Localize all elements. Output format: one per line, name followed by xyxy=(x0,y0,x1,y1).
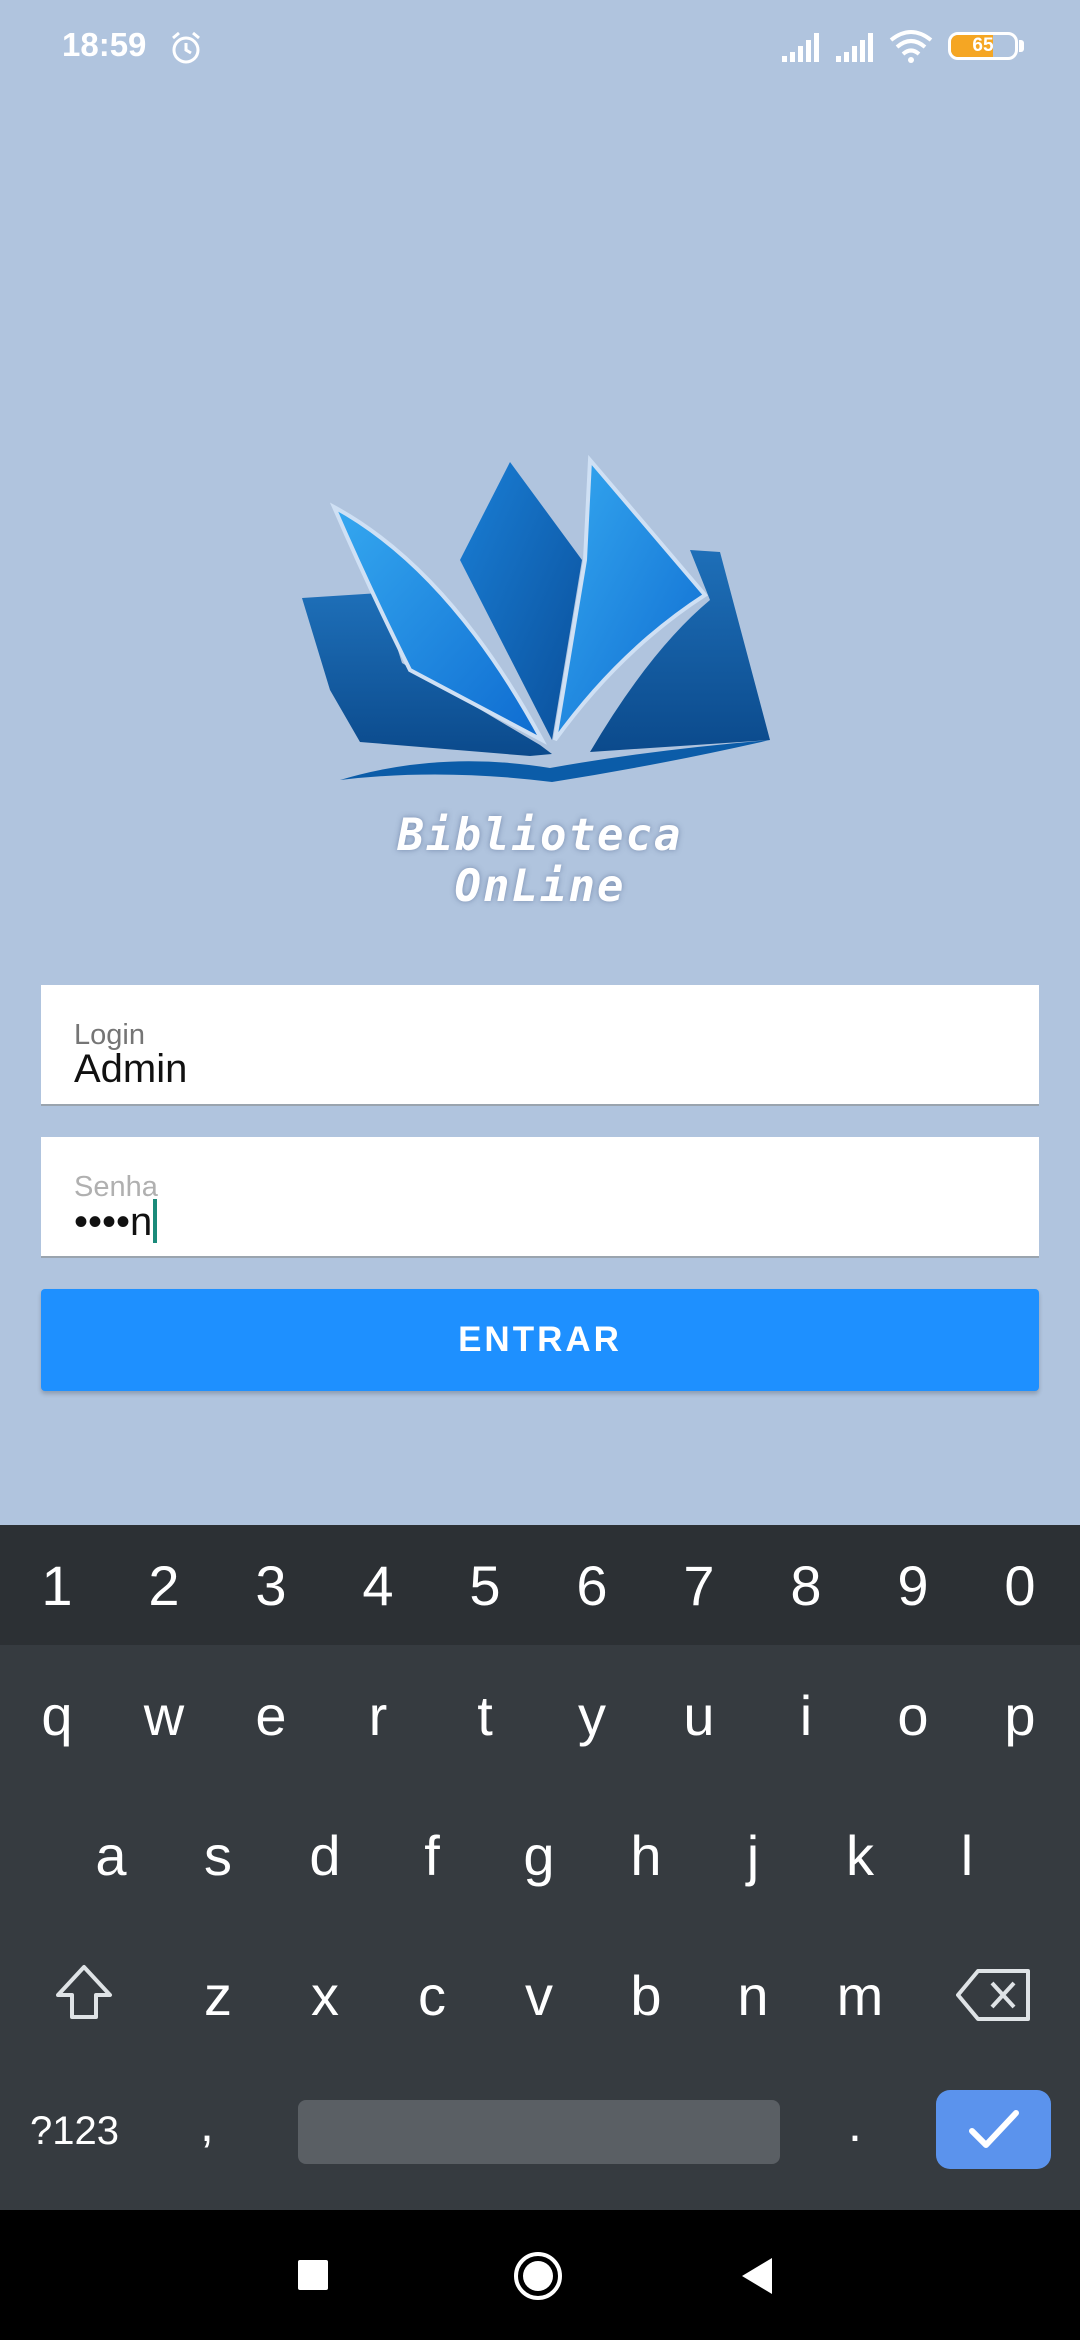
navigation-bar xyxy=(0,2210,1080,2340)
number-key[interactable]: 6 xyxy=(542,1553,642,1618)
battery-tip xyxy=(1019,40,1024,52)
letter-key[interactable]: j xyxy=(703,1823,803,1888)
enter-key[interactable] xyxy=(936,2090,1051,2169)
battery-level: 65 xyxy=(972,35,994,56)
letter-key[interactable]: d xyxy=(275,1823,375,1888)
entrar-button[interactable]: ENTRAR xyxy=(41,1289,1039,1391)
password-field[interactable]: Senha ••••n xyxy=(41,1137,1039,1258)
letter-key[interactable]: q xyxy=(7,1683,107,1748)
letter-key[interactable]: h xyxy=(596,1823,696,1888)
status-time: 18:59 xyxy=(62,26,147,63)
letter-key[interactable]: f xyxy=(382,1823,482,1888)
signal-icon xyxy=(836,33,873,62)
letter-key[interactable]: w xyxy=(114,1683,214,1748)
soft-keyboard: 1234567890 qwertyuiop asdfghjkl zxcvbnm … xyxy=(0,1525,1080,2210)
number-key[interactable]: 3 xyxy=(221,1553,321,1618)
letter-key[interactable]: s xyxy=(168,1823,268,1888)
circle-icon[interactable] xyxy=(512,2250,564,2302)
check-icon xyxy=(969,2110,1019,2148)
letter-key[interactable]: o xyxy=(863,1683,963,1748)
letter-key[interactable]: m xyxy=(810,1963,910,2028)
letter-key[interactable]: n xyxy=(703,1963,803,2028)
letter-key[interactable]: l xyxy=(917,1823,1017,1888)
letter-key[interactable]: i xyxy=(756,1683,856,1748)
backspace-icon[interactable] xyxy=(956,1967,1032,2023)
letter-key[interactable]: k xyxy=(810,1823,910,1888)
status-bar: 18:59 65 xyxy=(0,0,1080,95)
signal-icon xyxy=(782,33,819,62)
comma-key[interactable]: , xyxy=(200,2095,214,2153)
letter-key[interactable]: y xyxy=(542,1683,642,1748)
letter-key[interactable]: a xyxy=(61,1823,161,1888)
logo-text: Biblioteca OnLine xyxy=(397,810,683,912)
number-key[interactable]: 9 xyxy=(863,1553,963,1618)
symbols-key[interactable]: ?123 xyxy=(30,2109,119,2154)
number-key[interactable]: 1 xyxy=(7,1553,107,1618)
number-key[interactable]: 4 xyxy=(328,1553,428,1618)
alarm-icon xyxy=(172,31,200,64)
letter-key[interactable]: u xyxy=(649,1683,749,1748)
space-key[interactable] xyxy=(298,2100,780,2164)
letter-key[interactable]: z xyxy=(168,1963,268,2028)
book-logo xyxy=(302,454,770,782)
number-key[interactable]: 7 xyxy=(649,1553,749,1618)
letter-key[interactable]: c xyxy=(382,1963,482,2028)
number-key[interactable]: 0 xyxy=(970,1553,1070,1618)
text-caret xyxy=(153,1199,158,1243)
shift-icon[interactable] xyxy=(52,1961,116,2025)
login-input[interactable]: Admin xyxy=(74,1047,187,1092)
password-value: ••••n xyxy=(74,1200,153,1244)
letter-key[interactable]: e xyxy=(221,1683,321,1748)
letter-key[interactable]: p xyxy=(970,1683,1070,1748)
letter-key[interactable]: b xyxy=(596,1963,696,2028)
login-field[interactable]: Login Admin xyxy=(41,985,1039,1106)
period-key[interactable]: . xyxy=(848,2095,862,2153)
back-triangle-icon[interactable] xyxy=(740,2256,774,2296)
letter-key[interactable]: g xyxy=(489,1823,589,1888)
battery-icon: 65 xyxy=(948,32,1018,60)
number-key[interactable]: 5 xyxy=(435,1553,535,1618)
number-key[interactable]: 2 xyxy=(114,1553,214,1618)
letter-key[interactable]: v xyxy=(489,1963,589,2028)
letter-key[interactable]: x xyxy=(275,1963,375,2028)
wifi-icon xyxy=(889,30,933,63)
letter-key[interactable]: t xyxy=(435,1683,535,1748)
number-key[interactable]: 8 xyxy=(756,1553,856,1618)
password-input[interactable]: ••••n xyxy=(74,1199,158,1245)
letter-key[interactable]: r xyxy=(328,1683,428,1748)
square-icon[interactable] xyxy=(296,2258,330,2292)
